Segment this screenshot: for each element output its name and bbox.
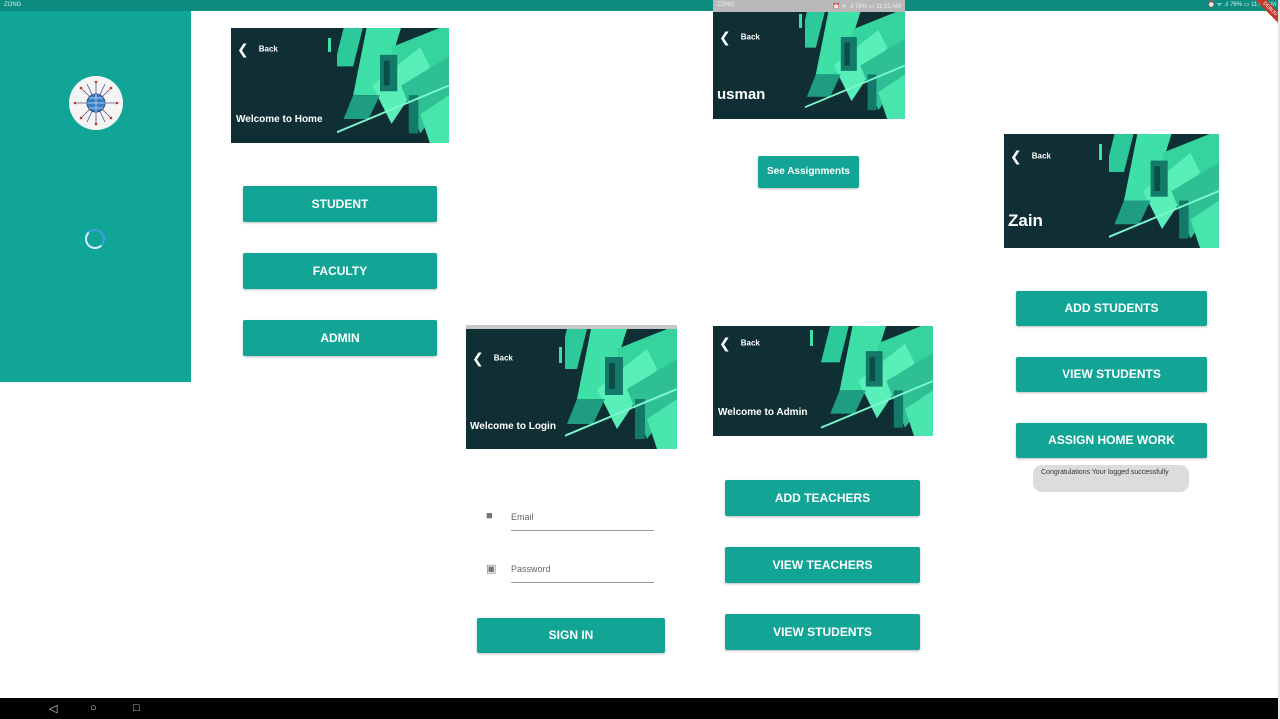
chevron-left-icon: ❮ <box>1010 148 1022 164</box>
carrier-label: ZONG <box>4 2 22 8</box>
admin-button[interactable]: ADMIN <box>243 320 437 356</box>
header-artwork <box>1109 134 1219 248</box>
sign-in-button[interactable]: SIGN IN <box>477 618 665 653</box>
chevron-left-icon: ❮ <box>719 335 731 351</box>
chevron-left-icon: ❮ <box>237 41 249 57</box>
header-accent <box>799 14 802 28</box>
android-nav-bar: ◁ ○ □ <box>0 698 1280 719</box>
splash-screen: ZONG ⏰ ᯤ .ıl 76% ▭ 11:44 AM DEBUG HOME W… <box>0 0 1280 719</box>
header-artwork <box>337 28 449 143</box>
assign-home-work-button[interactable]: ASSIGN HOME WORK <box>1016 423 1207 458</box>
header-accent <box>1099 144 1102 160</box>
loading-spinner <box>85 229 105 249</box>
add-teachers-button[interactable]: ADD TEACHERS <box>725 480 920 516</box>
password-input[interactable]: Password <box>511 564 551 574</box>
student-button[interactable]: STUDENT <box>243 186 437 222</box>
home-header: ❮ Back Welcome to Home <box>231 28 449 143</box>
status-icons: ⏰ ᯤ .ıl 76% ▭ 11:21 AM <box>832 4 901 10</box>
back-button[interactable]: ❮ Back <box>472 350 513 367</box>
faculty-name: Zain <box>1008 211 1043 230</box>
person-icon: ■ <box>486 510 493 522</box>
header-artwork <box>821 326 933 436</box>
app-logo <box>69 76 123 130</box>
chevron-left-icon: ❮ <box>472 350 484 366</box>
header-accent <box>810 330 813 346</box>
page-title: Welcome to Login <box>470 421 556 432</box>
password-underline <box>511 582 654 583</box>
student-header: ❮ Back usman <box>713 12 905 119</box>
nav-recent-icon[interactable]: □ <box>133 702 140 714</box>
email-underline <box>511 530 654 531</box>
app-tagline: Teaching and Studying <box>579 257 701 269</box>
login-success-toast: Congratulations Your logged successfully <box>1033 465 1189 492</box>
back-button[interactable]: ❮ Back <box>719 29 760 46</box>
back-button[interactable]: ❮ Back <box>1010 148 1051 165</box>
nav-back-icon[interactable]: ◁ <box>49 702 57 715</box>
student-name: usman <box>717 86 766 103</box>
chevron-left-icon: ❮ <box>719 29 731 45</box>
faculty-button[interactable]: FACULTY <box>243 253 437 289</box>
email-input[interactable]: Email <box>511 512 534 522</box>
view-students-button[interactable]: VIEW STUDENTS <box>725 614 920 650</box>
status-bar: ZONG ⏰ ᯤ .ıl 76% ▭ 11:44 AM <box>0 0 1280 11</box>
admin-header: ❮ Back Welcome to Admin <box>713 326 933 436</box>
carrier-label: ZONG <box>717 2 735 8</box>
back-button[interactable]: ❮ Back <box>719 335 760 352</box>
add-students-button[interactable]: ADD STUDENTS <box>1016 291 1207 326</box>
header-accent <box>559 347 562 363</box>
header-accent <box>328 38 331 52</box>
header-artwork <box>805 12 905 119</box>
faculty-header: ❮ Back Zain <box>1004 134 1219 248</box>
login-header: ❮ Back Welcome to Login <box>466 329 677 449</box>
lock-icon: ▣ <box>486 563 497 575</box>
page-title: Welcome to Home <box>236 114 323 125</box>
see-assignments-button[interactable]: See Assignments <box>758 156 859 188</box>
nav-home-icon[interactable]: ○ <box>90 702 97 714</box>
header-artwork <box>565 329 677 449</box>
view-teachers-button[interactable]: VIEW TEACHERS <box>725 547 920 583</box>
page-title: Welcome to Admin <box>718 407 808 418</box>
status-bar: ZONG ⏰ ᯤ .ıl 76% ▭ 11:21 AM <box>713 0 905 12</box>
back-button[interactable]: ❮ Back <box>237 41 278 58</box>
view-students-button[interactable]: VIEW STUDENTS <box>1016 357 1207 392</box>
